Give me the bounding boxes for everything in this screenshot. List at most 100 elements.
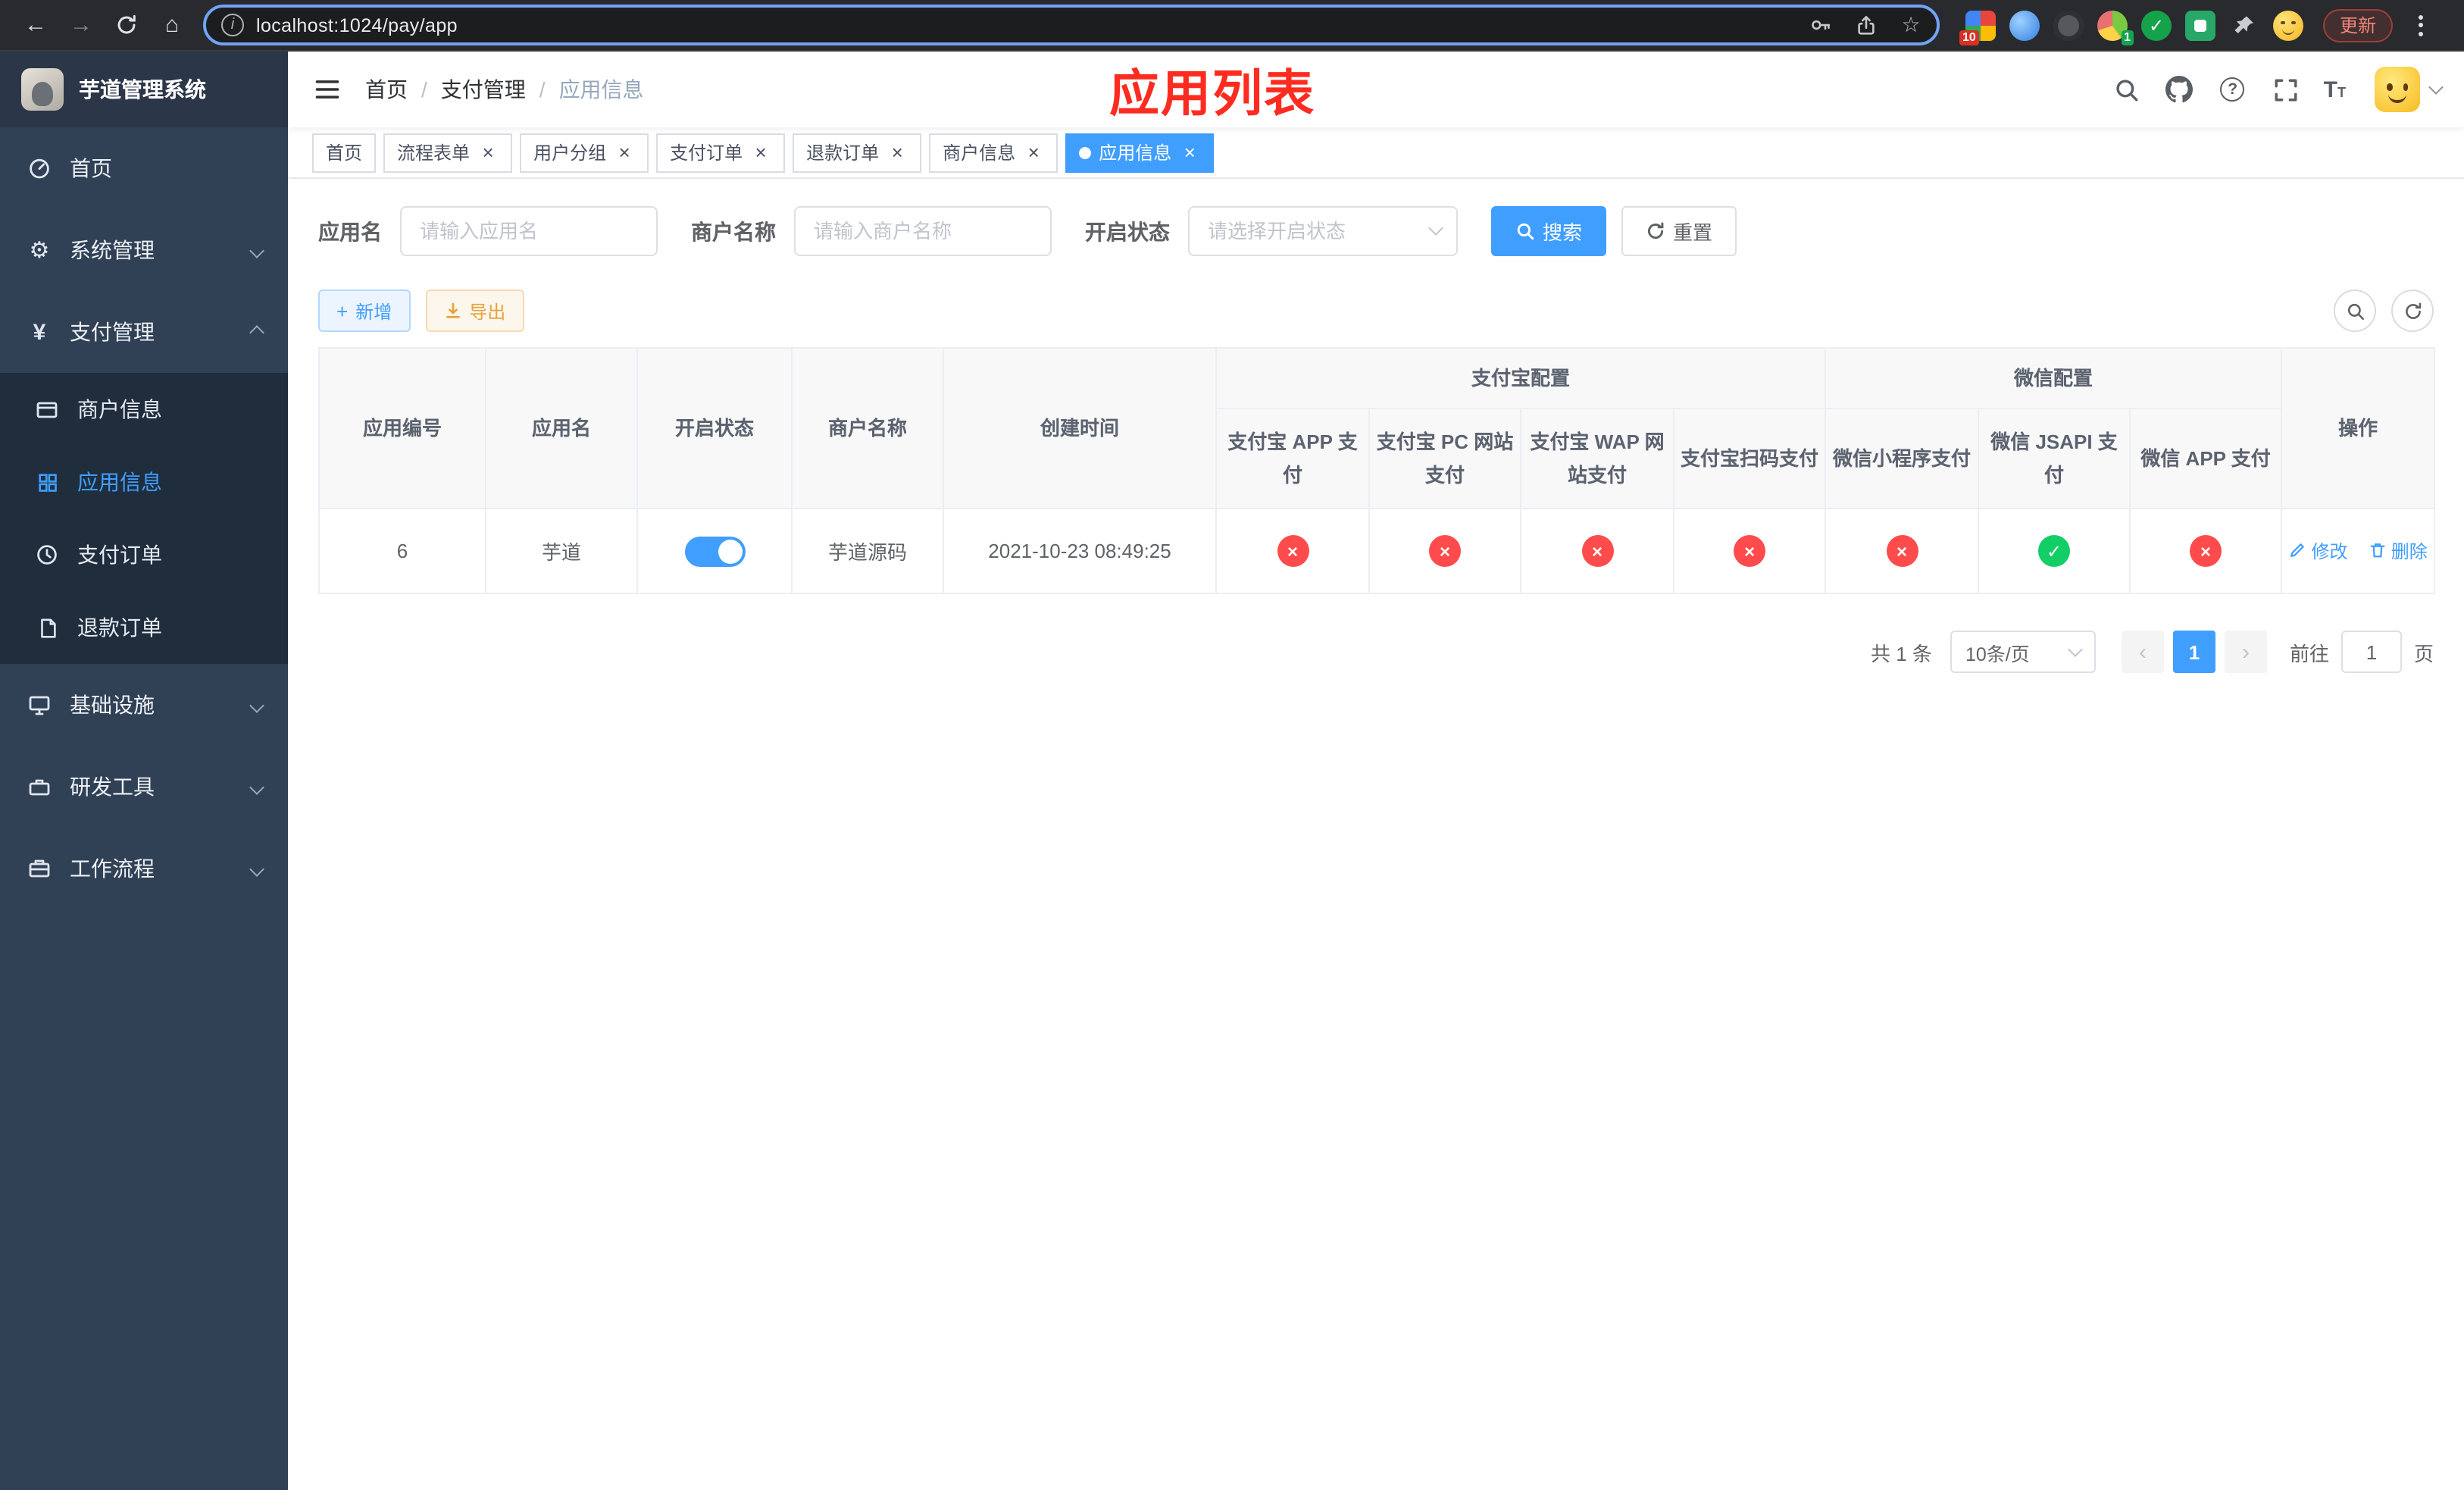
tab-3[interactable]: 用户分组 × — [520, 133, 649, 172]
col-header-app-name: 应用名 — [485, 347, 638, 509]
clock-icon — [33, 543, 61, 567]
tab-close-icon[interactable]: × — [886, 142, 908, 163]
bookmark-star-icon[interactable]: ☆ — [1894, 8, 1928, 42]
extension-icon-dark[interactable] — [2053, 10, 2084, 40]
tab-close-icon[interactable]: × — [1179, 142, 1200, 163]
page-number-1[interactable]: 1 — [2172, 631, 2215, 673]
tab-4[interactable]: 支付订单 × — [656, 133, 786, 172]
delete-button[interactable]: 删除 — [2369, 538, 2428, 564]
app-name-label: 应用名 — [318, 219, 382, 243]
reset-button[interactable]: 重置 — [1621, 206, 1737, 256]
font-size-icon[interactable]: TT — [2324, 77, 2346, 102]
tab-label: 流程表单 — [397, 142, 471, 164]
sidebar-item-app-info[interactable]: 应用信息 — [0, 446, 288, 518]
chevron-down-icon — [249, 861, 264, 876]
sidebar-item-label: 系统管理 — [70, 238, 155, 262]
tab-close-icon[interactable]: × — [1023, 142, 1044, 163]
refresh-table-button[interactable] — [2391, 290, 2434, 332]
status-select[interactable] — [1188, 206, 1458, 256]
refresh-icon — [117, 14, 136, 34]
share-icon[interactable] — [1849, 8, 1882, 42]
goto-page-input[interactable] — [2340, 631, 2402, 673]
browser-back-button[interactable]: ← — [15, 5, 56, 45]
address-bar[interactable]: i localhost:1024/pay/app ☆ — [203, 5, 1940, 45]
tab-close-icon[interactable]: × — [614, 142, 635, 163]
tab-1[interactable]: 首页 — [312, 133, 377, 172]
tab-7[interactable]: 应用信息 × — [1065, 133, 1215, 172]
status-toggle[interactable] — [684, 536, 745, 566]
page-size-select[interactable]: 10条/页 — [1950, 631, 2096, 673]
search-icon[interactable] — [2112, 74, 2142, 105]
sidebar-item-pay-order[interactable]: 支付订单 — [0, 518, 288, 591]
browser-update-button[interactable]: 更新 — [2323, 8, 2394, 42]
sidebar-item-home[interactable]: 首页 — [0, 127, 288, 209]
next-page-button[interactable]: › — [2224, 631, 2267, 673]
sidebar-item-label: 支付管理 — [70, 320, 155, 344]
extension-pin-icon[interactable] — [2229, 10, 2259, 40]
tab-5[interactable]: 退款订单 × — [793, 133, 922, 172]
browser-forward-button[interactable]: → — [61, 5, 102, 45]
total-count: 共 1 条 — [1871, 642, 1932, 665]
toggle-search-button[interactable] — [2334, 290, 2376, 332]
sidebar-toggle-icon[interactable] — [311, 73, 344, 106]
app-name-input[interactable] — [400, 206, 658, 256]
cell-created: 2021-10-23 08:49:25 — [943, 508, 1217, 594]
add-button[interactable]: + 新增 — [318, 290, 411, 332]
breadcrumb-home[interactable]: 首页 — [365, 74, 408, 105]
browser-window: ← → ⌂ i localhost:1024/pay/app ☆ 10 1 ✓ — [0, 0, 2464, 1490]
browser-menu-icon[interactable] — [2406, 8, 2434, 42]
tab-close-icon[interactable]: × — [477, 142, 499, 163]
col-header-actions: 操作 — [2281, 347, 2436, 509]
form-item-merchant-name: 商户名称 — [691, 206, 1052, 256]
search-icon — [1517, 223, 1534, 240]
help-icon[interactable]: ? — [2218, 74, 2248, 105]
sidebar-item-workflow[interactable]: 工作流程 — [0, 828, 288, 909]
question-glyph: ? — [2220, 77, 2245, 102]
col-header-wechat-mini: 微信小程序支付 — [1825, 408, 1980, 509]
breadcrumb: 首页 / 支付管理 / 应用信息 — [365, 74, 644, 105]
password-key-icon[interactable] — [1803, 8, 1837, 42]
sidebar-item-refund-order[interactable]: 退款订单 — [0, 591, 288, 664]
prev-page-button[interactable]: ‹ — [2121, 631, 2164, 673]
toolbox-icon — [26, 775, 53, 799]
extension-icon-grid[interactable]: 10 — [1959, 10, 1996, 45]
avatar — [2375, 67, 2420, 112]
extension-icon-green-square[interactable] — [2185, 10, 2215, 40]
extension-icon-check[interactable]: ✓ — [2141, 10, 2172, 40]
user-menu[interactable] — [2375, 67, 2444, 112]
app-logo[interactable]: 芋道管理系统 — [0, 52, 288, 127]
browser-home-button[interactable]: ⌂ — [152, 5, 192, 45]
navbar-actions: ? TT — [2112, 67, 2444, 112]
tab-label: 用户分组 — [533, 142, 607, 164]
browser-refresh-button[interactable] — [106, 5, 147, 45]
sidebar-item-label: 基础设施 — [70, 693, 155, 717]
extension-emoji-icon[interactable] — [2273, 10, 2303, 40]
fullscreen-icon[interactable] — [2271, 74, 2301, 105]
col-header-alipay-qr: 支付宝扫码支付 — [1672, 408, 1827, 509]
sidebar-item-infrastructure[interactable]: 基础设施 — [0, 664, 288, 746]
dashboard-icon — [26, 156, 53, 180]
site-info-icon[interactable]: i — [221, 14, 244, 36]
merchant-name-input[interactable] — [794, 206, 1052, 256]
github-icon[interactable] — [2165, 74, 2195, 105]
chevron-up-icon — [249, 324, 264, 340]
tab-close-icon[interactable]: × — [750, 142, 771, 163]
sidebar-item-system[interactable]: ⚙ 系统管理 — [0, 209, 288, 291]
extension-icon-avatar[interactable]: 1 — [2097, 10, 2134, 45]
search-button[interactable]: 搜索 — [1491, 206, 1607, 256]
extension-icon-blue[interactable] — [2009, 10, 2040, 40]
disabled-cross-icon: × — [1886, 535, 1918, 567]
tab-2[interactable]: 流程表单 × — [383, 133, 513, 172]
goto-page: 前往 页 — [2290, 631, 2434, 673]
disabled-cross-icon: × — [1429, 535, 1461, 567]
edit-button[interactable]: 修改 — [2288, 538, 2347, 564]
cell-app-name: 芋道 — [485, 508, 638, 594]
sidebar-item-merchant-info[interactable]: 商户信息 — [0, 373, 288, 446]
tab-6[interactable]: 商户信息 × — [929, 133, 1058, 172]
breadcrumb-payment[interactable]: 支付管理 — [441, 74, 526, 105]
sidebar-item-payment[interactable]: ¥ 支付管理 — [0, 291, 288, 373]
disabled-cross-icon: × — [1277, 535, 1309, 567]
export-button[interactable]: 导出 — [425, 290, 524, 332]
cell-wechat-mini-config: × — [1825, 508, 1980, 594]
sidebar-item-devtools[interactable]: 研发工具 — [0, 746, 288, 828]
